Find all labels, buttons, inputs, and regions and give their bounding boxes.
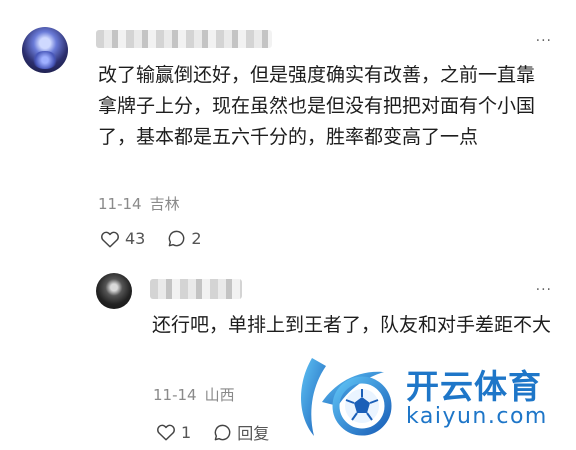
reply-button-label: 回复	[237, 424, 270, 443]
reply-like-button[interactable]: 1	[156, 423, 191, 442]
reply-count: 2	[191, 229, 202, 248]
replier-name-blurred[interactable]	[150, 279, 242, 299]
reply-date: 11-14	[153, 386, 197, 404]
kaiyun-logo-mark	[301, 358, 392, 436]
reply-meta: 11-14 山西	[153, 384, 235, 405]
comment-date: 11-14	[98, 195, 142, 213]
watermark-brand: 开云体育	[406, 367, 542, 406]
heart-icon	[157, 424, 175, 441]
comment-text: 改了输赢倒还好，但是强度确实有改善，之前一直靠拿牌子上分，现在虽然也是但没有把把…	[98, 64, 536, 148]
reply-location: 山西	[204, 386, 235, 404]
commenter-avatar[interactable]	[22, 27, 68, 73]
heart-icon	[101, 231, 119, 248]
reply-count-button[interactable]: 2	[167, 229, 202, 248]
reply-button[interactable]: 回复	[213, 420, 269, 444]
watermark-domain: kaiyun.com	[406, 404, 548, 429]
comment-location: 吉林	[149, 195, 180, 213]
like-button[interactable]: 43	[100, 229, 145, 248]
replier-avatar[interactable]	[96, 273, 132, 309]
like-count: 43	[125, 229, 146, 248]
comment-meta: 11-14 吉林	[98, 193, 180, 214]
commenter-name-blurred[interactable]	[96, 30, 272, 48]
kaiyun-watermark-logo: 开云体育 kaiyun.com	[292, 352, 570, 444]
more-options-icon[interactable]: ···	[536, 34, 552, 48]
reply-more-options-icon[interactable]: ···	[536, 283, 552, 297]
reply-actions: 1 回复	[156, 420, 291, 444]
comment-bubble-icon	[169, 230, 185, 247]
reply-text: 还行吧，单排上到王者了，队友和对手差距不大	[152, 314, 552, 336]
comment-actions: 43 2	[100, 229, 224, 248]
reply-like-count: 1	[181, 422, 192, 442]
comment-bubble-icon	[214, 424, 231, 440]
